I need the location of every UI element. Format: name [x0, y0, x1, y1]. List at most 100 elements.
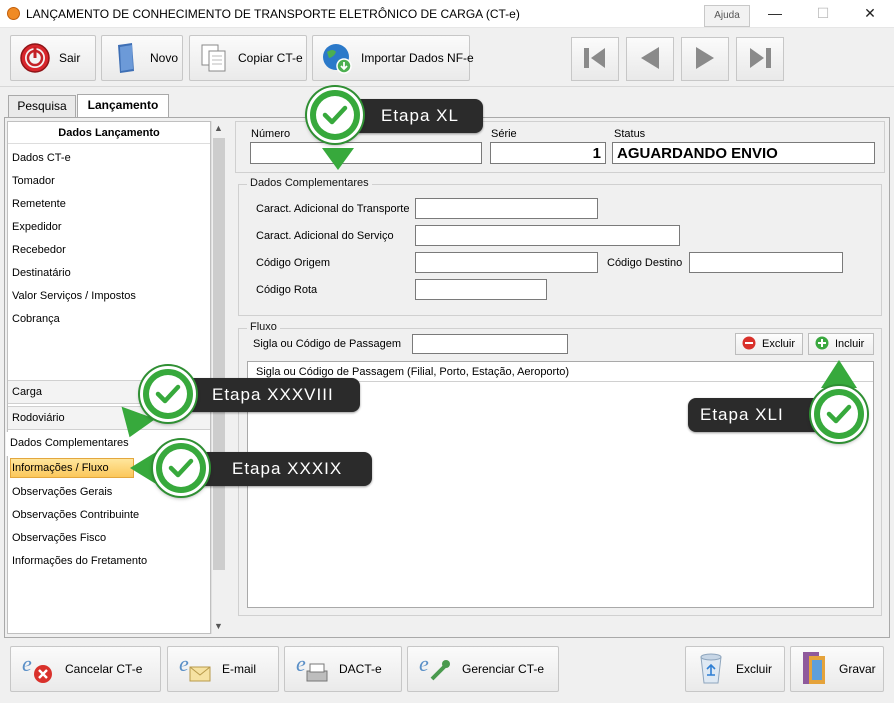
fluxo-incluir-button[interactable]: Incluir [808, 333, 874, 355]
copy-icon [198, 42, 230, 74]
status-field: AGUARDANDO ENVIO [612, 142, 875, 164]
nav-item-recebedor[interactable]: Recebedor [12, 244, 66, 256]
cte-cancel-icon: e [21, 651, 55, 688]
maximize-button[interactable]: ☐ [808, 2, 838, 24]
scroll-down-icon[interactable]: ▼ [214, 621, 223, 631]
save-icon [801, 650, 829, 689]
importar-label: Importar Dados NF-e [361, 51, 474, 65]
new-document-icon [110, 42, 142, 74]
nav-item-tomador[interactable]: Tomador [12, 175, 55, 187]
numero-field[interactable] [250, 142, 482, 164]
callout-xl-pointer [322, 148, 354, 170]
cte-manage-icon: e [418, 651, 452, 688]
cte-print-icon: e [295, 651, 329, 688]
check-icon [140, 366, 196, 422]
help-tooltip: Ajuda [704, 5, 750, 27]
nav-item-observacoes-gerais[interactable]: Observações Gerais [12, 486, 112, 498]
status-label: Status [614, 128, 646, 140]
nav-item-cobranca[interactable]: Cobrança [12, 313, 60, 325]
numero-label: Número [251, 128, 291, 140]
cancelar-label: Cancelar CT-e [65, 662, 143, 676]
importar-dados-button[interactable]: Importar Dados NF-e [312, 35, 474, 81]
power-icon [19, 42, 51, 74]
nav-item-dados-cte[interactable]: Dados CT-e [12, 152, 71, 164]
nav-item-observacoes-fisco[interactable]: Observações Fisco [12, 532, 106, 544]
fluxo-incluir-label: Incluir [835, 338, 865, 350]
callout-etapa-xl: Etapa XL [345, 99, 483, 133]
callout-etapa-xxxviii: Etapa XXXVIII [180, 378, 360, 412]
carac-transporte-label: Caract. Adicional do Transporte [256, 203, 410, 215]
minimize-button[interactable]: — [760, 2, 790, 24]
dados-complementares-title: Dados Complementares [247, 177, 372, 189]
callout-xli-pointer [821, 360, 857, 388]
nav-item-informacoes-fretamento[interactable]: Informações do Fretamento [12, 555, 147, 567]
previous-icon [635, 43, 665, 76]
nav-item-remetente[interactable]: Remetente [12, 198, 66, 210]
codigo-rota-field[interactable] [415, 279, 547, 300]
fluxo-excluir-button[interactable]: Excluir [735, 333, 803, 355]
sigla-label: Sigla ou Código de Passagem [253, 338, 401, 350]
codigo-origem-label: Código Origem [256, 257, 330, 269]
last-record-button[interactable] [736, 37, 784, 81]
gerenciar-cte-button[interactable]: e Gerenciar CT-e [407, 646, 559, 692]
nav-item-observacoes-contribuinte[interactable]: Observações Contribuinte [12, 509, 139, 521]
check-icon [811, 386, 867, 442]
close-button[interactable]: ✕ [855, 2, 885, 24]
cancelar-cte-button[interactable]: e Cancelar CT-e [10, 646, 161, 692]
tab-pesquisa[interactable]: Pesquisa [8, 95, 76, 117]
excluir-button[interactable]: Excluir [685, 646, 785, 692]
sair-button[interactable]: Sair [10, 35, 96, 81]
minus-circle-icon [742, 336, 756, 353]
gerenciar-label: Gerenciar CT-e [462, 662, 545, 676]
svg-text:e: e [419, 651, 429, 676]
gravar-label: Gravar [839, 662, 876, 676]
codigo-destino-label: Código Destino [607, 257, 683, 269]
nav-item-valor-servicos[interactable]: Valor Serviços / Impostos [12, 290, 136, 302]
sigla-field[interactable] [412, 334, 568, 354]
fluxo-title: Fluxo [247, 321, 280, 333]
fluxo-excluir-label: Excluir [762, 338, 796, 350]
email-label: E-mail [222, 662, 257, 676]
nav-item-destinatario[interactable]: Destinatário [12, 267, 71, 279]
email-button[interactable]: e E-mail [167, 646, 279, 692]
novo-label: Novo [150, 51, 179, 65]
nav-header: Dados Lançamento [8, 122, 210, 144]
next-icon [690, 43, 720, 76]
carac-servico-label: Caract. Adicional do Serviço [256, 230, 394, 242]
first-record-button[interactable] [571, 37, 619, 81]
plus-circle-icon [815, 336, 829, 353]
recycle-bin-icon [696, 651, 726, 688]
svg-text:e: e [22, 651, 32, 676]
check-icon [153, 440, 209, 496]
svg-text:e: e [296, 651, 306, 676]
nav-item-expedidor[interactable]: Expedidor [12, 221, 62, 233]
carac-servico-field[interactable] [415, 225, 680, 246]
copiar-cte-button[interactable]: Copiar CT-e [189, 35, 307, 81]
dacte-label: DACT-e [339, 662, 382, 676]
excluir-label: Excluir [736, 662, 773, 676]
first-icon [580, 43, 610, 76]
carac-transporte-field[interactable] [415, 198, 598, 219]
callout-etapa-xxxix: Etapa XXXIX [196, 452, 372, 486]
cte-email-icon: e [178, 651, 212, 688]
codigo-destino-field[interactable] [689, 252, 843, 273]
codigo-origem-field[interactable] [415, 252, 598, 273]
check-icon [307, 87, 363, 143]
gravar-button[interactable]: Gravar [790, 646, 884, 692]
copiar-label: Copiar CT-e [238, 51, 303, 65]
previous-record-button[interactable] [626, 37, 674, 81]
globe-download-icon [321, 42, 353, 74]
nav-scroll-thumb[interactable] [213, 138, 225, 570]
next-record-button[interactable] [681, 37, 729, 81]
last-icon [745, 43, 775, 76]
window-title: LANÇAMENTO DE CONHECIMENTO DE TRANSPORTE… [26, 7, 520, 21]
scroll-up-icon[interactable]: ▲ [214, 123, 223, 133]
nav-item-informacoes-fluxo[interactable]: Informações / Fluxo [12, 462, 109, 474]
serie-field[interactable]: 1 [490, 142, 606, 164]
tab-lancamento[interactable]: Lançamento [77, 94, 169, 118]
codigo-rota-label: Código Rota [256, 284, 318, 296]
dacte-button[interactable]: e DACT-e [284, 646, 402, 692]
svg-text:e: e [179, 651, 189, 676]
novo-button[interactable]: Novo [101, 35, 183, 81]
app-icon [7, 7, 20, 20]
